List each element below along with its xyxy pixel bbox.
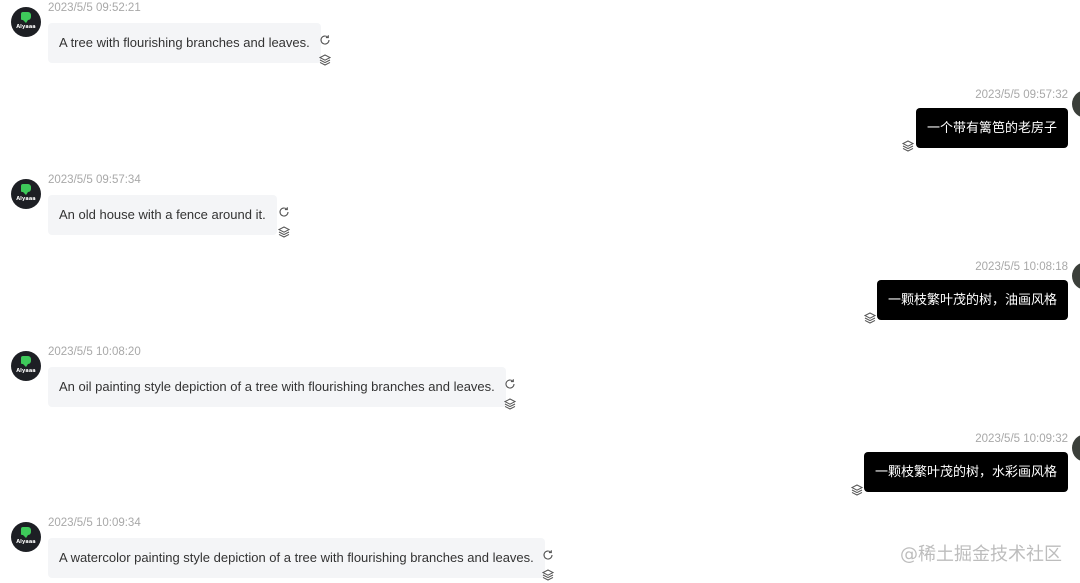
chat-logo-icon	[21, 12, 31, 23]
bot-avatar[interactable]: Alyaaa	[11, 179, 41, 209]
layers-icon[interactable]	[902, 140, 914, 152]
refresh-icon[interactable]	[278, 206, 290, 218]
message-bot: Alyaaa 2023/5/5 09:57:34 An old house wi…	[0, 174, 1080, 246]
layers-icon[interactable]	[319, 54, 331, 66]
chat-logo-icon	[21, 184, 31, 195]
message-timestamp: 2023/5/5 09:52:21	[48, 2, 141, 14]
chat-logo-icon	[21, 356, 31, 367]
message-timestamp: 2023/5/5 10:08:20	[48, 346, 141, 358]
avatar-label: Alyaaa	[16, 368, 36, 374]
message-timestamp: 2023/5/5 09:57:34	[48, 174, 141, 186]
message-bubble: 一颗枝繁叶茂的树，水彩画风格	[863, 452, 1068, 492]
refresh-icon[interactable]	[504, 378, 516, 390]
message-bot: Alyaaa 2023/5/5 09:52:21 A tree with flo…	[0, 2, 1080, 74]
avatar-label: Alyaaa	[16, 539, 36, 545]
message-bubble: An oil painting style depiction of a tre…	[48, 367, 506, 407]
layers-icon[interactable]	[542, 569, 554, 581]
message-bot: Alyaaa 2023/5/5 10:08:20 An oil painting…	[0, 346, 1080, 418]
message-user: 2023/5/5 10:08:18 一颗枝繁叶茂的树，油画风格	[0, 261, 1080, 332]
message-timestamp: 2023/5/5 10:08:18	[975, 261, 1068, 273]
refresh-icon[interactable]	[542, 549, 554, 561]
user-avatar[interactable]	[1072, 90, 1080, 118]
layers-icon[interactable]	[278, 226, 290, 238]
message-timestamp: 2023/5/5 10:09:34	[48, 517, 141, 529]
layers-icon[interactable]	[864, 312, 876, 324]
message-bubble: 一个带有篱笆的老房子	[915, 108, 1068, 148]
layers-icon[interactable]	[504, 398, 516, 410]
avatar-label: Alyaaa	[16, 196, 36, 202]
chat-logo-icon	[21, 527, 31, 538]
watermark: @稀土掘金技术社区	[900, 544, 1062, 565]
message-bubble: An old house with a fence around it.	[48, 195, 277, 235]
avatar-label: Alyaaa	[16, 24, 36, 30]
refresh-icon[interactable]	[319, 34, 331, 46]
bot-avatar[interactable]: Alyaaa	[11, 351, 41, 381]
bot-avatar[interactable]: Alyaaa	[11, 7, 41, 37]
message-bubble: A watercolor painting style depiction of…	[48, 538, 545, 578]
message-timestamp: 2023/5/5 10:09:32	[975, 433, 1068, 445]
bot-avatar[interactable]: Alyaaa	[11, 522, 41, 552]
user-avatar[interactable]	[1072, 434, 1080, 462]
message-bubble: A tree with flourishing branches and lea…	[48, 23, 321, 63]
layers-icon[interactable]	[851, 484, 863, 496]
message-timestamp: 2023/5/5 09:57:32	[975, 89, 1068, 101]
message-user: 2023/5/5 09:57:32 一个带有篱笆的老房子	[0, 89, 1080, 160]
message-user: 2023/5/5 10:09:32 一颗枝繁叶茂的树，水彩画风格	[0, 433, 1080, 504]
message-bubble: 一颗枝繁叶茂的树，油画风格	[876, 280, 1068, 320]
chat-thread: Alyaaa 2023/5/5 09:52:21 A tree with flo…	[0, 0, 1080, 583]
user-avatar[interactable]	[1072, 262, 1080, 290]
